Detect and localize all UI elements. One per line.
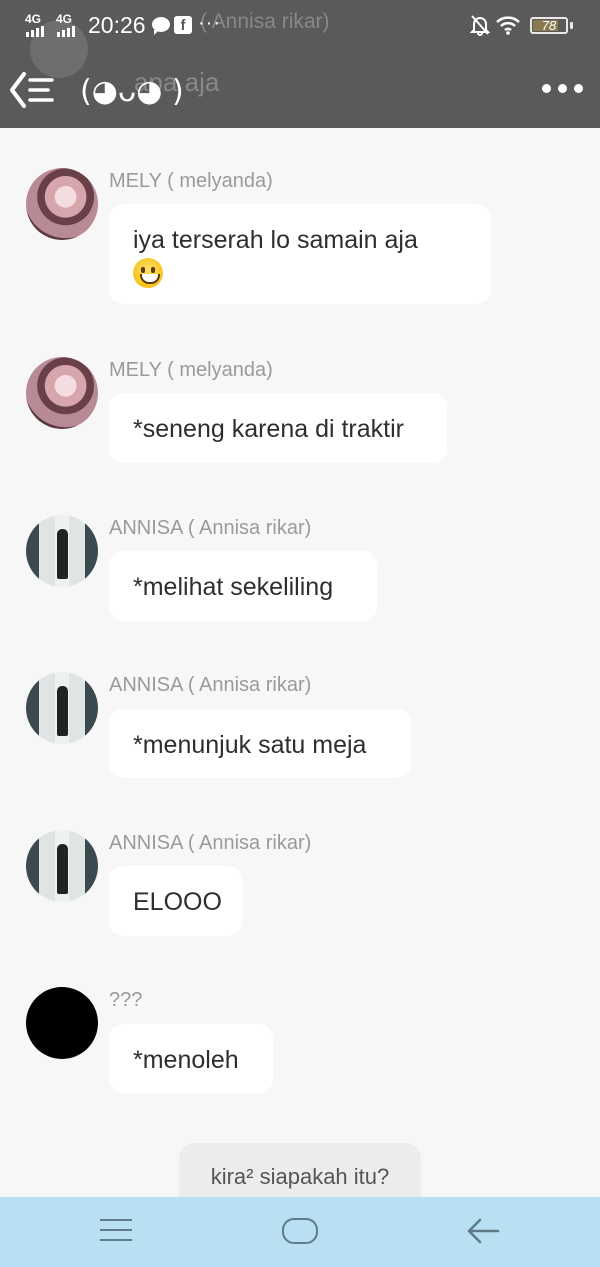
navigation-bar (0, 1197, 600, 1267)
status-time: 20:26 (88, 12, 146, 38)
sender-name[interactable]: ANNISA ( Annisa rikar) (109, 517, 311, 540)
avatar[interactable] (26, 357, 98, 429)
wifi-icon (496, 16, 520, 35)
message-text: *menoleh (133, 1046, 239, 1074)
battery-tip (570, 22, 573, 29)
top-bar: ( Annisa rikar) apa aja 4G 4G 20:26 f ··… (0, 0, 600, 128)
chat-title[interactable]: (◕ᴗ◕ ) (80, 74, 184, 109)
message-text: *melihat sekeliling (133, 573, 334, 601)
message-bubble[interactable]: *menunjuk satu meja (109, 709, 411, 778)
sender-name[interactable]: ANNISA ( Annisa rikar) (109, 832, 311, 855)
signal-bars-icon (26, 26, 44, 37)
avatar[interactable] (26, 672, 98, 744)
system-note: kira² siapakah itu? (179, 1143, 421, 1197)
sender-name[interactable]: ??? (109, 989, 142, 1012)
message-bubble[interactable]: *menoleh (109, 1024, 273, 1093)
message-text: ELOOO (133, 888, 222, 916)
more-notifications: ··· (198, 12, 221, 34)
message-bubble[interactable]: *melihat sekeliling (109, 551, 377, 621)
avatar[interactable] (26, 830, 98, 902)
message-text: *seneng karena di traktir (133, 415, 404, 443)
facebook-icon: f (174, 16, 192, 34)
signal-bars-icon (57, 26, 75, 37)
avatar[interactable] (26, 987, 98, 1059)
message-bubble[interactable]: *seneng karena di traktir (109, 393, 447, 463)
avatar[interactable] (26, 515, 98, 587)
chat-screen: ( Annisa rikar) apa aja 4G 4G 20:26 f ··… (0, 0, 600, 1267)
more-dots-icon[interactable] (542, 84, 583, 93)
sender-name[interactable]: MELY ( melyanda) (109, 359, 273, 382)
menu-icon[interactable] (100, 1219, 132, 1243)
message-text: iya terserah lo samain aja (133, 226, 418, 254)
back-list-icon[interactable] (6, 68, 60, 112)
signal-label-2: 4G (56, 12, 73, 26)
status-bar: 4G 4G 20:26 f ··· 78 (0, 0, 600, 52)
home-icon[interactable] (282, 1218, 318, 1244)
message-text: *menunjuk satu meja (133, 731, 367, 759)
avatar[interactable] (26, 168, 98, 240)
battery-percent: 78 (541, 18, 557, 33)
battery-icon: 78 (530, 17, 568, 34)
message-list[interactable]: MELY ( melyanda) iya terserah lo samain … (0, 128, 600, 1197)
message-bubble[interactable]: ELOOO (109, 866, 242, 936)
sender-name[interactable]: MELY ( melyanda) (109, 170, 273, 193)
bell-off-icon (470, 15, 490, 36)
back-arrow-icon[interactable] (466, 1217, 500, 1245)
message-bubble[interactable]: iya terserah lo samain aja (109, 204, 491, 304)
grinning-face-icon (133, 258, 163, 289)
signal-label-1: 4G (25, 12, 42, 26)
message-notification-icon (152, 17, 170, 35)
sender-name[interactable]: ANNISA ( Annisa rikar) (109, 674, 311, 697)
